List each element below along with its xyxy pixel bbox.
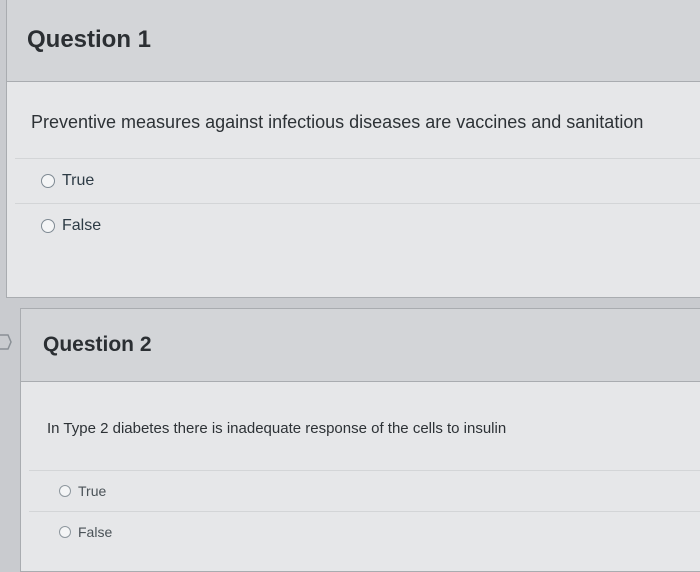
option-label: True xyxy=(78,483,107,499)
question-2-option-true[interactable]: True xyxy=(29,470,700,511)
question-1-answers: True False xyxy=(15,158,700,248)
question-2-option-false[interactable]: False xyxy=(29,511,700,552)
question-2-text: In Type 2 diabetes there is inadequate r… xyxy=(47,420,507,437)
question-1-option-false[interactable]: False xyxy=(15,203,700,248)
question-1-header: Question 1 xyxy=(7,0,700,82)
option-label: False xyxy=(62,217,102,234)
bookmark-flag-icon[interactable] xyxy=(0,334,12,350)
question-2-answers: True False xyxy=(29,470,700,552)
question-1-option-true[interactable]: True xyxy=(15,158,700,203)
question-2-panel: Question 2 In Type 2 diabetes there is i… xyxy=(20,308,700,572)
question-1-title: Question 1 xyxy=(27,26,152,53)
radio-button-icon[interactable] xyxy=(59,526,71,538)
radio-button-icon[interactable] xyxy=(41,219,55,233)
radio-button-icon[interactable] xyxy=(41,174,55,188)
option-label: True xyxy=(62,172,95,189)
radio-button-icon[interactable] xyxy=(59,485,71,497)
question-2-title: Question 2 xyxy=(43,333,152,356)
option-label: False xyxy=(78,524,113,540)
question-2-header: Question 2 xyxy=(21,309,700,382)
question-1-text: Preventive measures against infectious d… xyxy=(31,112,644,132)
question-1-panel: Question 1 Preventive measures against i… xyxy=(6,0,700,298)
